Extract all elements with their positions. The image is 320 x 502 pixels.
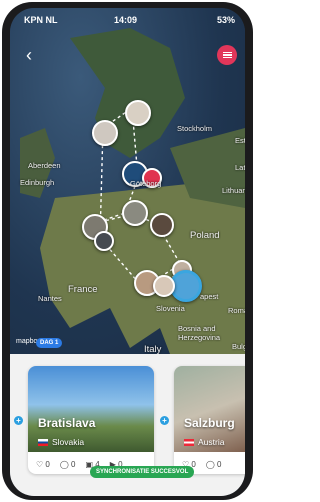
photo-marker[interactable] (122, 200, 148, 226)
app-screen: Stockholm Göteborg Aberdeen Edinburgh Es… (10, 8, 245, 496)
comments-value: 0 (71, 460, 76, 469)
map-label-stockholm: Stockholm (177, 124, 213, 133)
stop-country-label: Slovakia (52, 437, 85, 447)
map-label-goteborg: Göteborg (130, 179, 162, 188)
map-label-estonia: Esto (235, 136, 245, 145)
comments-value: 0 (217, 460, 222, 469)
scandinavia-land (70, 28, 185, 158)
day-badge[interactable]: DAG 1 (36, 338, 63, 348)
photo-marker[interactable] (94, 231, 114, 251)
phone-frame: Stockholm Göteborg Aberdeen Edinburgh Es… (2, 2, 253, 500)
photo-marker[interactable] (125, 100, 151, 126)
battery-label: 53% (216, 15, 235, 25)
map-label-slovenia: Slovenia (156, 304, 185, 313)
map-label-aberdeen: Aberdeen (28, 161, 61, 170)
add-stop-icon[interactable]: + (14, 416, 23, 425)
map-label-lithuania: Lithuania (222, 186, 245, 195)
comments-count[interactable]: ◯ 0 (206, 460, 222, 469)
status-bar: KPN NL 14:09 53% (10, 14, 245, 30)
map-label-latvia: Latvia (235, 163, 245, 172)
likes-count[interactable]: ♡ 0 (36, 460, 50, 469)
map-label-edinburgh: Edinburgh (20, 178, 55, 187)
stop-title: Bratislava (38, 416, 96, 430)
likes-value: 0 (45, 460, 50, 469)
comments-count[interactable]: ◯ 0 (60, 460, 76, 469)
map-label-nantes: Nantes (38, 294, 62, 303)
austria-flag-icon (184, 438, 194, 446)
map-label-budapest: apest (200, 292, 219, 301)
sync-success-toast: SYNCHRONISATIE SUCCESVOL (90, 466, 195, 478)
map-label-france: France (68, 284, 98, 295)
slovakia-flag-icon (38, 438, 48, 446)
photo-marker[interactable] (150, 213, 174, 237)
photo-marker[interactable] (92, 120, 118, 146)
hamburger-icon (222, 51, 232, 60)
stop-country: Austria (184, 437, 224, 447)
stop-card-bratislava[interactable]: Bratislava Slovakia ♡ 0 ◯ 0 ▣ 4 ▶ 0 (28, 366, 154, 474)
trip-map[interactable]: Stockholm Göteborg Aberdeen Edinburgh Es… (10, 8, 245, 355)
stop-card-salzburg[interactable]: Salzburg Austria ♡ 0 ◯ 0 0 0 (174, 366, 245, 474)
carrier-label: KPN NL (24, 15, 58, 25)
add-stop-icon[interactable]: + (160, 416, 169, 425)
stop-country-label: Austria (198, 437, 225, 447)
map-label-bulgaria: Bulga (232, 342, 245, 351)
stop-title: Salzburg (184, 416, 235, 430)
map-label-romania: Roman (228, 306, 245, 315)
menu-button[interactable] (217, 45, 237, 65)
photo-marker[interactable] (153, 275, 175, 297)
map-label-bosnia: Bosnia and Herzegovina (178, 324, 221, 342)
back-arrow-icon[interactable]: ‹ (26, 46, 44, 64)
map-label-poland: Poland (190, 230, 220, 241)
clock: 14:09 (114, 15, 138, 25)
stop-country: Slovakia (38, 437, 84, 447)
